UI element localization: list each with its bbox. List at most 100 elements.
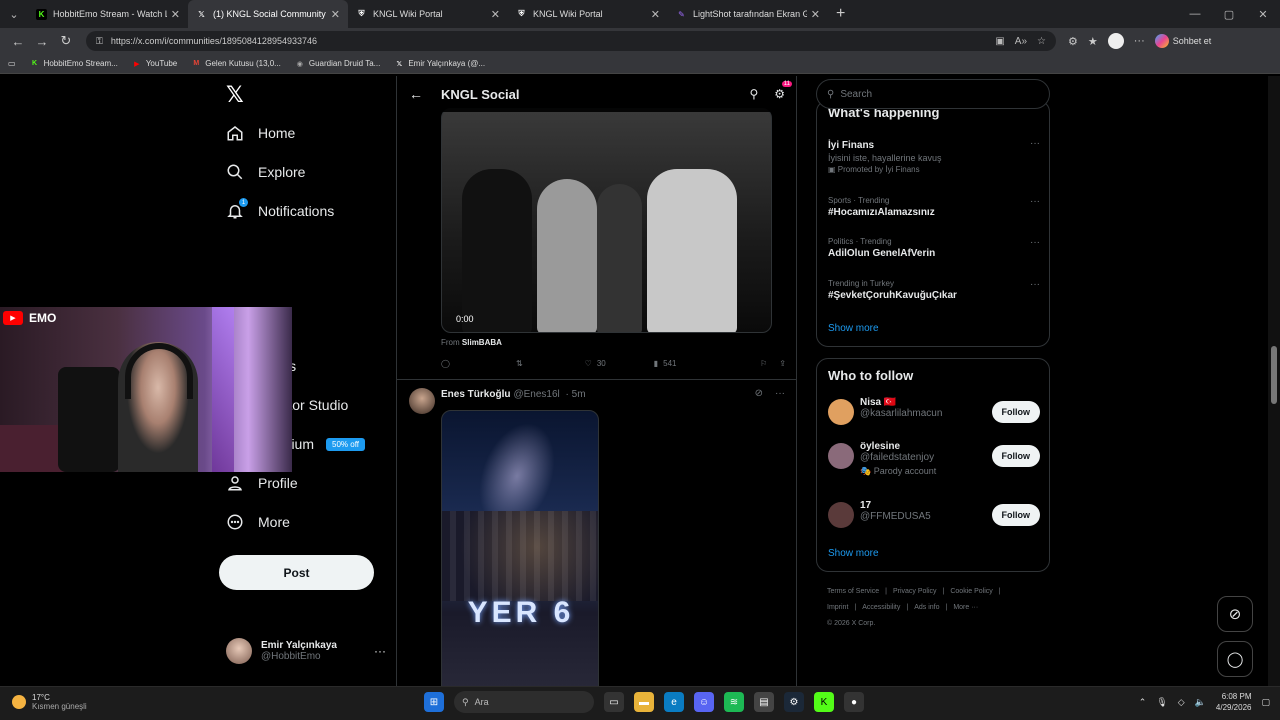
nav-home[interactable]: Home (226, 124, 295, 142)
browser-tab[interactable]: K HobbitEmo Stream - Watch Live o ✕ (28, 0, 188, 28)
trend-more-icon[interactable]: ··· (1030, 196, 1040, 207)
bookmark-item[interactable]: ▶ YouTube (132, 59, 177, 69)
close-tab-icon[interactable]: ✕ (651, 8, 660, 21)
tab-search-icon[interactable]: ▭ (8, 59, 16, 68)
video-player[interactable]: 0:00 (441, 108, 772, 333)
terminal-icon[interactable]: ▤ (754, 692, 774, 712)
browser-tab[interactable]: ⛨ KNGL Wiki Portal ✕ (508, 0, 668, 28)
footer-link[interactable]: Cookie Policy (950, 588, 992, 595)
notifications-center-icon[interactable]: ▢ (1261, 697, 1270, 708)
reply-button[interactable]: ◯ (441, 359, 450, 368)
search-input[interactable]: ⚲ Search (816, 79, 1050, 109)
profile-avatar[interactable] (1107, 33, 1124, 49)
grok-fab-icon[interactable]: ⊘ (1217, 596, 1253, 632)
nav-profile[interactable]: Profile (226, 474, 298, 492)
x-logo-icon[interactable]: 𝕏 (226, 82, 244, 108)
nav-explore[interactable]: Explore (226, 163, 305, 181)
tweet-time[interactable]: · 5m (566, 389, 586, 400)
nav-more[interactable]: More (226, 513, 290, 531)
trend-item[interactable]: İyi Finans İyisini iste, hayallerine kav… (828, 138, 1040, 174)
browser-tab[interactable]: ✎ LightShot tarafından Ekran Görünt ✕ (668, 0, 828, 28)
footer-link[interactable]: Accessibility (862, 604, 900, 611)
bookmark-button[interactable]: ⚐ (760, 359, 767, 368)
start-button[interactable]: ⊞ (424, 692, 444, 712)
grok-icon[interactable]: ⊘ (755, 388, 763, 399)
trend-more-icon[interactable]: ··· (1030, 138, 1040, 149)
scrollbar-thumb[interactable] (1271, 346, 1277, 404)
obs-icon[interactable]: ● (844, 692, 864, 712)
address-bar[interactable]: ⚿ https://x.com/i/communities/1895084128… (86, 31, 1056, 51)
tweet[interactable]: Enes Türkoğlu @Enes16l · 5m ⊘ ··· YER 6 (397, 380, 796, 686)
minimize-button[interactable]: — (1178, 8, 1212, 21)
site-info-icon[interactable]: ⚿ (96, 36, 103, 47)
back-button[interactable]: ← (6, 34, 30, 49)
trend-more-icon[interactable]: ··· (1030, 237, 1040, 248)
show-more-trends-link[interactable]: Show more (828, 323, 879, 334)
close-tab-icon[interactable]: ✕ (171, 8, 180, 21)
volume-icon[interactable]: 🔈 (1195, 697, 1206, 708)
like-button[interactable]: ♡ 30 (585, 359, 606, 368)
tweet-more-icon[interactable]: ··· (775, 388, 785, 399)
reload-button[interactable]: ↻ (54, 33, 78, 49)
messages-fab-icon[interactable]: ◯ (1217, 641, 1253, 677)
forward-button[interactable]: → (30, 34, 54, 49)
footer-link[interactable]: Ads info (914, 604, 939, 611)
discord-icon[interactable]: ☺ (694, 692, 714, 712)
settings-more-icon[interactable]: ··· (1134, 35, 1145, 47)
post-button[interactable]: Post (219, 555, 374, 590)
avatar[interactable] (409, 388, 435, 414)
video-source-name[interactable]: SlimBABA (462, 338, 502, 347)
follow-suggestion[interactable]: Nisa 🇹🇷 @kasarlilahmacun Follow (828, 397, 1040, 425)
file-explorer-icon[interactable]: ▬ (634, 692, 654, 712)
footer-link[interactable]: © 2026 X Corp. (827, 620, 875, 627)
clock[interactable]: 6:08 PM 4/29/2026 (1216, 691, 1252, 713)
bookmark-item[interactable]: K HobbitEmo Stream... (30, 59, 118, 69)
account-switcher[interactable]: Emir Yalçınkaya @HobbitEmo ··· (226, 638, 386, 664)
views-button[interactable]: ▮ 541 (654, 359, 677, 368)
page-scrollbar[interactable] (1268, 76, 1280, 686)
read-aloud-icon[interactable]: A» (1015, 36, 1027, 47)
app-icon[interactable]: ▣ (995, 36, 1004, 47)
trend-item[interactable]: Politics · Trending AdilOlun GenelAfVeri… (828, 237, 1040, 259)
extensions-icon[interactable]: ⚙ (1068, 35, 1078, 48)
footer-link[interactable]: More ··· (953, 604, 978, 611)
taskbar-search[interactable]: ⚲ Ara (454, 691, 594, 713)
kick-icon[interactable]: K (814, 692, 834, 712)
task-view-icon[interactable]: ▭ (604, 692, 624, 712)
spotify-icon[interactable]: ≋ (724, 692, 744, 712)
browser-tab[interactable]: ⛨ KNGL Wiki Portal ✕ (348, 0, 508, 28)
steam-icon[interactable]: ⚙ (784, 692, 804, 712)
maximize-button[interactable]: ▢ (1212, 8, 1246, 21)
follow-suggestion[interactable]: öylesine @failedstatenjoy 🎭 Parody accou… (828, 441, 1040, 477)
footer-link[interactable]: Terms of Service (827, 588, 879, 595)
follow-suggestion[interactable]: 17 @FFMEDUSA5 Follow (828, 500, 1040, 528)
trend-more-icon[interactable]: ··· (1030, 279, 1040, 290)
bookmark-item[interactable]: 𝕏 Emir Yalçınkaya (@... (394, 59, 485, 69)
weather-widget[interactable]: 17°C Kısmen güneşli (12, 693, 87, 711)
show-more-follow-link[interactable]: Show more (828, 548, 879, 559)
browser-tab[interactable]: 𝕏 (1) KNGL Social Community / X ✕ (188, 0, 348, 28)
edge-icon[interactable]: e (664, 692, 684, 712)
tab-actions-button[interactable]: ⌄ (0, 0, 28, 28)
tweet-image[interactable]: YER 6 (441, 410, 599, 686)
follow-button[interactable]: Follow (991, 401, 1040, 423)
account-more-icon[interactable]: ··· (374, 644, 386, 658)
tray-chevron-icon[interactable]: ⌃ (1139, 697, 1147, 708)
bookmark-item[interactable]: M Gelen Kutusu (13,0... (191, 59, 281, 69)
microphone-icon[interactable]: 🎙 (1156, 697, 1167, 708)
back-arrow-icon[interactable]: ← (409, 86, 423, 102)
close-tab-icon[interactable]: ✕ (331, 8, 340, 21)
repost-button[interactable]: ⇅ (516, 359, 523, 368)
footer-link[interactable]: Privacy Policy (893, 588, 937, 595)
tweet-author-handle[interactable]: @Enes16l (513, 389, 559, 400)
footer-link[interactable]: Imprint (827, 604, 848, 611)
share-button[interactable]: ⇪ (779, 359, 786, 368)
close-tab-icon[interactable]: ✕ (811, 8, 820, 21)
copilot-button[interactable]: Sohbet et (1154, 34, 1211, 48)
follow-button[interactable]: Follow (991, 445, 1040, 467)
favorites-icon[interactable]: ★ (1088, 35, 1098, 48)
close-tab-icon[interactable]: ✕ (491, 8, 500, 21)
close-window-button[interactable]: ✕ (1246, 8, 1280, 21)
community-settings-icon[interactable]: ⚙ 11 (774, 81, 792, 101)
community-search-icon[interactable]: ⚲ (749, 87, 758, 101)
